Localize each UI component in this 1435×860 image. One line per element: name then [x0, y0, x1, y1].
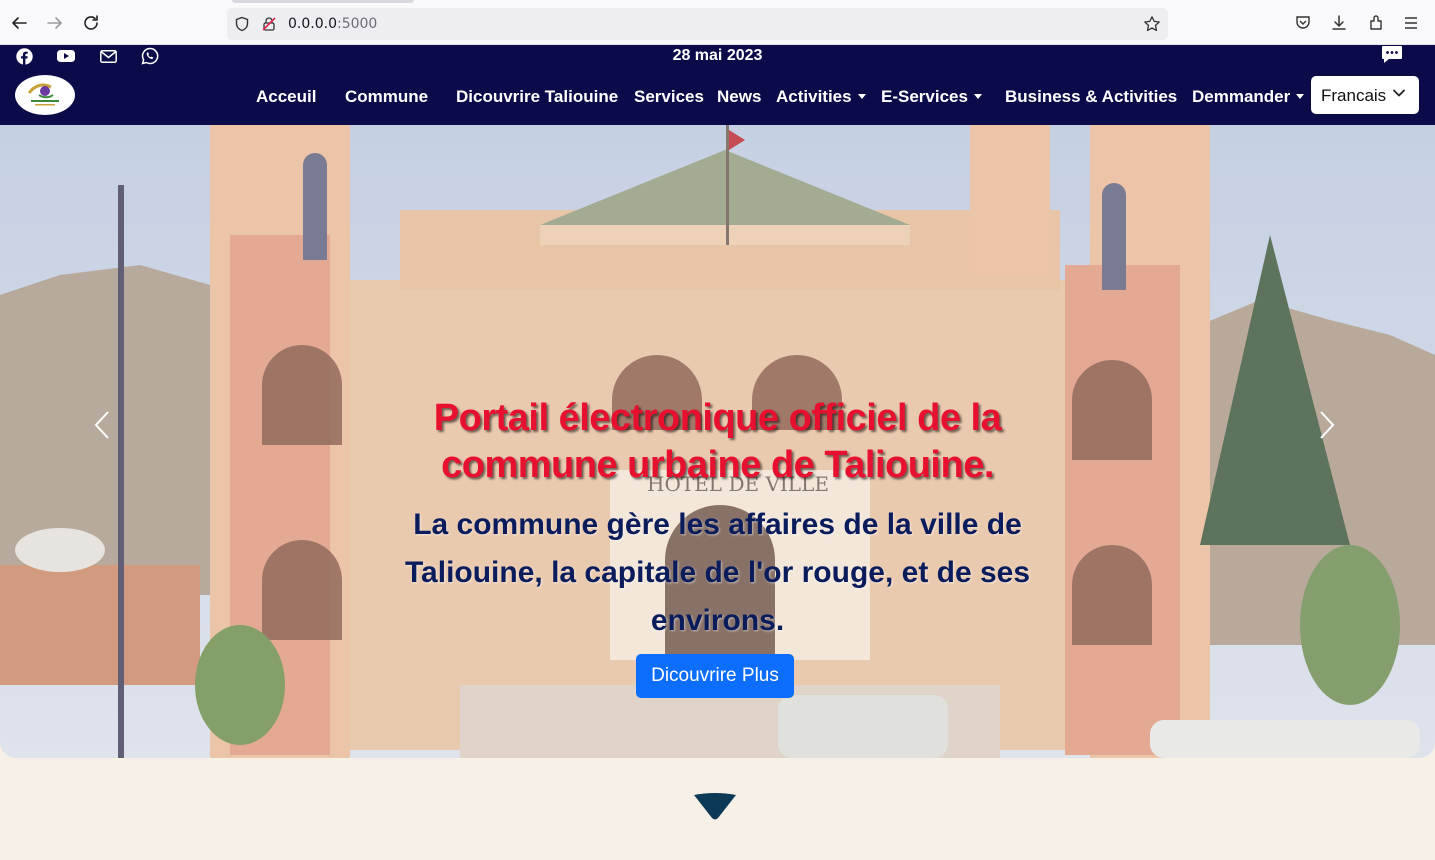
nav-commune-label: Commune — [345, 87, 429, 106]
nav-commune[interactable]: Commune — [345, 87, 428, 107]
extensions-icon[interactable] — [1365, 12, 1387, 34]
nav-services-label: Services — [634, 87, 704, 106]
chevron-down-icon — [1393, 89, 1405, 97]
caret-down-icon — [1296, 94, 1305, 99]
nav-e-services-dropdown[interactable]: E-Services — [881, 87, 982, 107]
discover-more-button[interactable]: Dicouvrire Plus — [636, 654, 794, 698]
download-icon[interactable] — [1328, 12, 1350, 34]
address-bar[interactable]: 0.0.0.0:5000 — [227, 8, 1168, 40]
nav-dicouvrire-taliouine[interactable]: Dicouvrire Taliouine — [456, 87, 618, 107]
pocket-icon[interactable] — [1292, 12, 1314, 34]
nav-news-label: News — [717, 87, 762, 106]
commune-logo[interactable] — [15, 75, 75, 115]
carousel-prev-icon[interactable] — [90, 410, 114, 440]
nav-business-label: Business & Activities — [1005, 87, 1178, 106]
nav-business-activities[interactable]: Business & Activities — [1005, 87, 1177, 107]
url-host: 0.0.0.0 — [288, 16, 337, 32]
caret-down-icon — [857, 94, 866, 99]
nav-e-services-label: E-Services — [881, 87, 968, 106]
language-select-value: Francais — [1321, 86, 1387, 105]
hero-carousel: HOTEL DE VILLE Portail électronique offi… — [0, 125, 1435, 758]
chat-icon[interactable] — [1381, 45, 1403, 70]
hero-subtitle: La commune gère les affaires de la ville… — [404, 508, 1031, 637]
caret-down-icon — [973, 94, 982, 99]
scroll-down-arrow-icon[interactable] — [692, 792, 738, 822]
nav-activities-label: Activities — [776, 87, 852, 106]
url-text[interactable]: 0.0.0.0:5000 — [288, 16, 377, 32]
nav-acceuil-label: Acceuil — [256, 87, 317, 106]
menu-icon[interactable] — [1400, 12, 1422, 34]
nav-demmander-dropdown[interactable]: Demmander — [1192, 87, 1305, 107]
bookmark-star-icon[interactable] — [1143, 15, 1161, 33]
browser-toolbar: 0.0.0.0:5000 — [0, 0, 1435, 45]
nav-demmander-label: Demmander — [1192, 87, 1291, 106]
nav-dicouvrire-label: Dicouvrire Taliouine — [456, 87, 619, 106]
url-port: :5000 — [336, 16, 378, 32]
back-icon[interactable] — [8, 12, 30, 34]
hero-title: Portail électronique officiel de la comm… — [433, 397, 1002, 486]
shield-icon[interactable] — [233, 15, 251, 33]
carousel-next-icon[interactable] — [1315, 410, 1339, 440]
tab-strip-edge — [232, 0, 414, 3]
current-date: 28 mai 2023 — [672, 47, 763, 64]
nav-services[interactable]: Services — [634, 87, 704, 107]
forward-icon[interactable] — [44, 12, 66, 34]
site-header: 28 mai 2023 Acceuil Commune Dicouvrire T… — [0, 45, 1435, 125]
nav-news[interactable]: News — [717, 87, 761, 107]
language-select[interactable]: Francais — [1311, 76, 1419, 114]
nav-acceuil[interactable]: Acceuil — [256, 87, 316, 107]
nav-activities-dropdown[interactable]: Activities — [776, 87, 866, 107]
insecure-lock-icon[interactable] — [260, 15, 278, 33]
reload-icon[interactable] — [80, 12, 102, 34]
